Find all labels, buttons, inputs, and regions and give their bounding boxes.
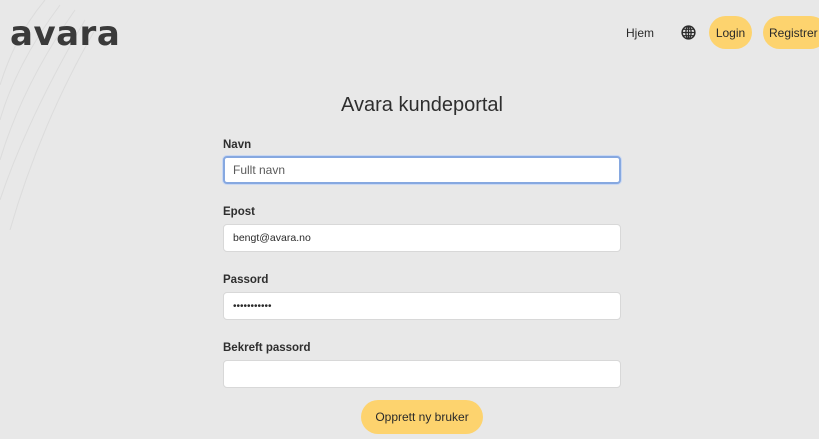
name-label: Navn (223, 139, 252, 151)
name-input[interactable] (223, 156, 621, 184)
confirm-password-label: Bekreft passord (223, 342, 311, 354)
page-title: Avara kundeportal (341, 94, 503, 116)
email-label: Epost (223, 206, 255, 218)
page: avara Hjem Login Registrer Avara kundepo… (0, 0, 819, 439)
register-button[interactable]: Registrer (763, 16, 819, 49)
create-user-button[interactable]: Opprett ny bruker (361, 400, 483, 434)
confirm-password-input[interactable] (223, 360, 621, 388)
email-input[interactable] (223, 224, 621, 252)
top-navigation: avara Hjem Login Registrer (0, 0, 819, 70)
login-button[interactable]: Login (709, 16, 752, 49)
password-input[interactable] (223, 292, 621, 320)
globe-icon[interactable] (681, 25, 696, 40)
avara-logo[interactable]: avara (10, 12, 120, 56)
password-label: Passord (223, 274, 269, 286)
nav-home-link[interactable]: Hjem (626, 25, 654, 41)
